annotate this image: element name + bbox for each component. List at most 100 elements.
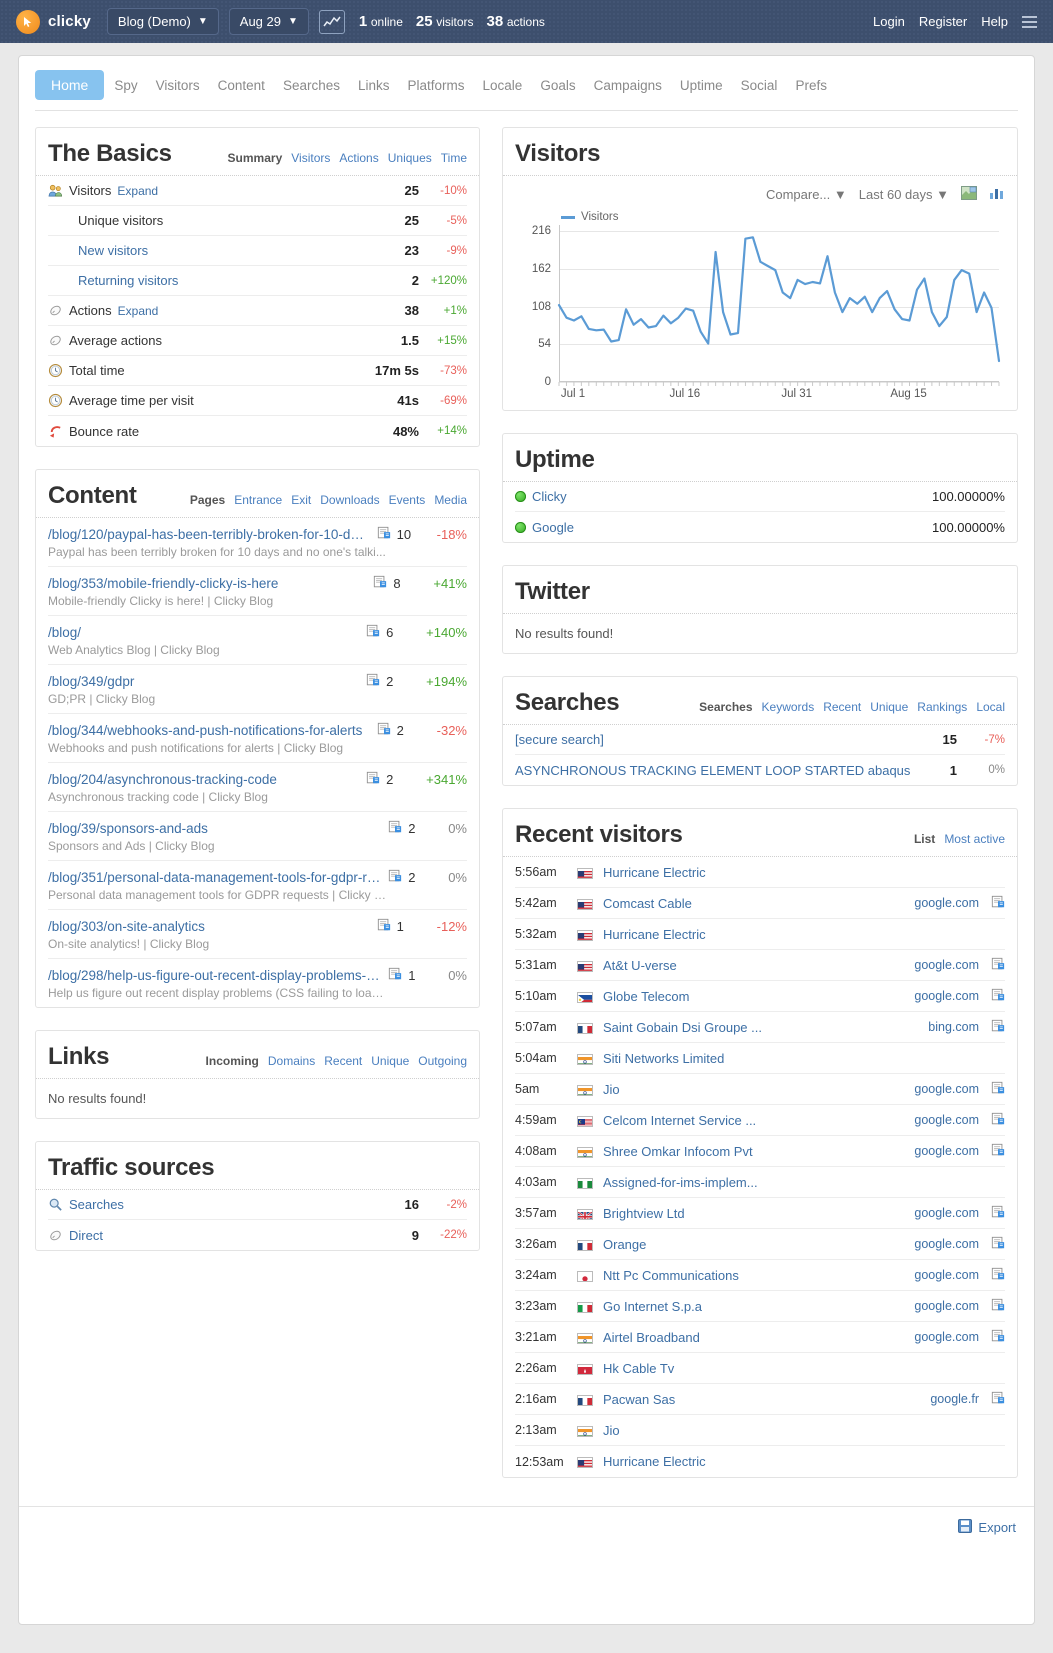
- tab-uptime[interactable]: Uptime: [672, 73, 731, 98]
- recent-visitors-subnav-item[interactable]: List: [914, 832, 935, 846]
- visitor-name[interactable]: Celcom Internet Service ...: [603, 1113, 914, 1128]
- page-view-icon-wrap[interactable]: [987, 1267, 1005, 1284]
- chart-toggle-button[interactable]: [318, 9, 345, 34]
- page-view-icon-wrap[interactable]: [382, 869, 408, 886]
- tab-home[interactable]: Home: [35, 70, 105, 100]
- tab-links[interactable]: Links: [350, 73, 398, 98]
- visitor-referrer[interactable]: google.com: [914, 1268, 979, 1282]
- links-subnav-item[interactable]: Domains: [268, 1054, 315, 1068]
- page-view-icon-wrap[interactable]: [987, 1019, 1005, 1036]
- content-url[interactable]: /blog/351/personal-data-management-tools…: [48, 870, 382, 885]
- content-subnav-item[interactable]: Events: [389, 493, 426, 507]
- page-view-icon-wrap[interactable]: [987, 1205, 1005, 1222]
- expand-link[interactable]: Expand: [117, 184, 158, 198]
- visitor-referrer[interactable]: google.com: [914, 1082, 979, 1096]
- content-subnav-item[interactable]: Exit: [291, 493, 311, 507]
- visitor-name[interactable]: Brightview Ltd: [603, 1206, 914, 1221]
- page-view-icon-wrap[interactable]: [987, 1112, 1005, 1129]
- content-url[interactable]: /blog/298/help-us-figure-out-recent-disp…: [48, 968, 382, 983]
- tab-social[interactable]: Social: [733, 73, 786, 98]
- links-subnav-item[interactable]: Recent: [324, 1054, 362, 1068]
- page-view-icon-wrap[interactable]: [987, 1143, 1005, 1160]
- content-subnav-item[interactable]: Entrance: [234, 493, 282, 507]
- visitor-referrer[interactable]: google.com: [914, 1330, 979, 1344]
- visitor-name[interactable]: Assigned-for-ims-implem...: [603, 1175, 1005, 1190]
- content-subnav-item[interactable]: Downloads: [320, 493, 379, 507]
- links-subnav-item[interactable]: Incoming: [206, 1054, 259, 1068]
- basics-subnav-item[interactable]: Uniques: [388, 151, 432, 165]
- content-url[interactable]: /blog/303/on-site-analytics: [48, 919, 371, 934]
- visitor-referrer[interactable]: google.com: [914, 1299, 979, 1313]
- page-view-icon-wrap[interactable]: [382, 820, 408, 837]
- visitor-referrer[interactable]: google.com: [914, 1237, 979, 1251]
- tab-campaigns[interactable]: Campaigns: [586, 73, 670, 98]
- links-subnav-item[interactable]: Unique: [371, 1054, 409, 1068]
- page-view-icon-wrap[interactable]: [987, 1298, 1005, 1315]
- visitor-referrer[interactable]: google.com: [914, 958, 979, 972]
- content-url[interactable]: /blog/204/asynchronous-tracking-code: [48, 772, 360, 787]
- content-url[interactable]: /blog/353/mobile-friendly-clicky-is-here: [48, 576, 367, 591]
- help-link[interactable]: Help: [981, 14, 1008, 29]
- tab-searches[interactable]: Searches: [275, 73, 348, 98]
- map-view-icon[interactable]: [961, 186, 977, 203]
- page-view-icon-wrap[interactable]: [987, 988, 1005, 1005]
- bar-chart-view-icon[interactable]: [989, 186, 1005, 203]
- metric-label[interactable]: New visitors: [78, 243, 148, 258]
- basics-subnav-item[interactable]: Time: [441, 151, 467, 165]
- compare-dropdown[interactable]: Compare... ▼: [766, 187, 847, 202]
- page-view-icon-wrap[interactable]: [371, 526, 397, 543]
- links-subnav-item[interactable]: Outgoing: [418, 1054, 467, 1068]
- search-term-link[interactable]: ASYNCHRONOUS TRACKING ELEMENT LOOP START…: [515, 763, 910, 778]
- searches-subnav-item[interactable]: Keywords: [762, 700, 815, 714]
- site-selector[interactable]: Blog (Demo) ▼: [106, 8, 219, 35]
- visitor-name[interactable]: Ntt Pc Communications: [603, 1268, 914, 1283]
- tab-goals[interactable]: Goals: [532, 73, 583, 98]
- tab-prefs[interactable]: Prefs: [787, 73, 835, 98]
- visitor-referrer[interactable]: google.fr: [930, 1392, 979, 1406]
- visitor-name[interactable]: Jio: [603, 1423, 1005, 1438]
- basics-subnav-item[interactable]: Summary: [228, 151, 283, 165]
- export-button[interactable]: Export: [958, 1519, 1016, 1536]
- date-selector[interactable]: Aug 29 ▼: [228, 8, 309, 35]
- page-view-icon-wrap[interactable]: [382, 967, 408, 984]
- visitor-name[interactable]: Siti Networks Limited: [603, 1051, 1005, 1066]
- page-view-icon-wrap[interactable]: [987, 1236, 1005, 1253]
- visitor-name[interactable]: Orange: [603, 1237, 914, 1252]
- register-link[interactable]: Register: [919, 14, 967, 29]
- tab-content[interactable]: Content: [210, 73, 273, 98]
- visitor-name[interactable]: Hurricane Electric: [603, 865, 1005, 880]
- visitor-referrer[interactable]: google.com: [914, 1113, 979, 1127]
- content-url[interactable]: /blog/344/webhooks-and-push-notification…: [48, 723, 371, 738]
- page-view-icon-wrap[interactable]: [360, 771, 386, 788]
- basics-subnav-item[interactable]: Actions: [339, 151, 378, 165]
- traffic-source-link[interactable]: Searches: [69, 1197, 124, 1212]
- search-term-link[interactable]: [secure search]: [515, 732, 604, 747]
- page-view-icon-wrap[interactable]: [371, 722, 397, 739]
- metric-label[interactable]: Returning visitors: [78, 273, 178, 288]
- visitor-referrer[interactable]: google.com: [914, 1144, 979, 1158]
- searches-subnav-item[interactable]: Recent: [823, 700, 861, 714]
- visitor-referrer[interactable]: google.com: [914, 896, 979, 910]
- page-view-icon-wrap[interactable]: [371, 918, 397, 935]
- searches-subnav-item[interactable]: Unique: [870, 700, 908, 714]
- visitor-referrer[interactable]: bing.com: [928, 1020, 979, 1034]
- visitor-referrer[interactable]: google.com: [914, 1206, 979, 1220]
- tab-visitors[interactable]: Visitors: [148, 73, 208, 98]
- hamburger-menu-icon[interactable]: [1022, 15, 1037, 28]
- content-url[interactable]: /blog/: [48, 625, 360, 640]
- tab-locale[interactable]: Locale: [475, 73, 531, 98]
- visitor-name[interactable]: Go Internet S.p.a: [603, 1299, 914, 1314]
- uptime-service-link[interactable]: Google: [532, 520, 574, 535]
- content-subnav-item[interactable]: Media: [434, 493, 467, 507]
- visitor-name[interactable]: At&t U-verse: [603, 958, 914, 973]
- page-view-icon-wrap[interactable]: [987, 957, 1005, 974]
- page-view-icon-wrap[interactable]: [987, 1081, 1005, 1098]
- visitor-name[interactable]: Comcast Cable: [603, 896, 914, 911]
- visitor-name[interactable]: Shree Omkar Infocom Pvt: [603, 1144, 914, 1159]
- page-view-icon-wrap[interactable]: [360, 624, 386, 641]
- date-range-dropdown[interactable]: Last 60 days ▼: [859, 187, 949, 202]
- tab-platforms[interactable]: Platforms: [400, 73, 473, 98]
- expand-link[interactable]: Expand: [118, 304, 159, 318]
- content-subnav-item[interactable]: Pages: [190, 493, 225, 507]
- content-url[interactable]: /blog/120/paypal-has-been-terribly-broke…: [48, 527, 371, 542]
